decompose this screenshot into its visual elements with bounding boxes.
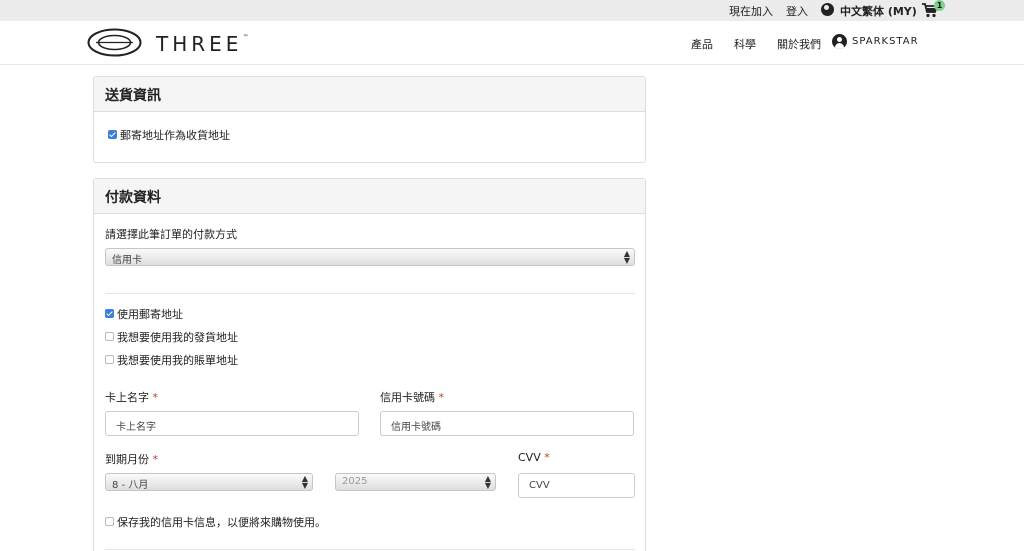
top-utility-bar: 現在加入 登入 中文繁体 (MY) 1	[0, 0, 1024, 21]
payment-method-value: 信用卡	[112, 255, 142, 266]
card-name-label: 卡上名字 *	[105, 391, 159, 404]
use-mailing-address-option-label: 使用郵寄地址	[117, 308, 183, 321]
use-mailing-address-option-checkbox[interactable]	[105, 309, 114, 318]
brand-trademark: ™	[242, 34, 249, 41]
cart-count-badge: 1	[934, 0, 945, 11]
use-mailing-address-label: 郵寄地址作為收貨地址	[120, 129, 230, 142]
globe-icon[interactable]	[821, 3, 834, 16]
section-divider	[105, 549, 635, 550]
section-divider	[105, 293, 635, 294]
shipping-info-panel: 送貨資訊 郵寄地址作為收貨地址	[93, 76, 646, 163]
brand-name[interactable]: THREE™	[156, 32, 248, 56]
payment-method-select[interactable]: 信用卡 ▲ ▼	[105, 248, 635, 266]
card-number-input[interactable]: 信用卡號碼	[380, 411, 634, 436]
card-number-placeholder: 信用卡號碼	[391, 422, 441, 433]
nav-about[interactable]: 關於我們	[777, 36, 821, 52]
save-card-label: 保存我的信用卡信息，以便將來購物使用。	[117, 516, 326, 529]
expiry-month-label: 到期月份 *	[105, 453, 159, 466]
expiry-month-select[interactable]: 8 - 八月 ▲ ▼	[105, 473, 313, 491]
select-arrows-icon: ▲ ▼	[484, 474, 491, 490]
expiry-year-select[interactable]: 2025 ▲ ▼	[335, 473, 496, 491]
required-marker: *	[438, 391, 445, 404]
nav-science[interactable]: 科學	[734, 36, 756, 52]
shipping-panel-title: 送貨資訊	[94, 77, 645, 112]
select-arrows-icon: ▲ ▼	[301, 474, 308, 490]
payment-method-label: 請選擇此筆訂單的付款方式	[105, 228, 237, 241]
use-shipping-address-label: 我想要使用我的發貨地址	[117, 331, 238, 344]
login-link[interactable]: 登入	[786, 3, 808, 19]
cvv-placeholder: CVV	[529, 480, 550, 491]
card-name-placeholder: 卡上名字	[116, 422, 156, 433]
required-marker: *	[152, 453, 159, 466]
user-account-name[interactable]: SPARKSTAR	[852, 36, 919, 47]
use-mailing-address-checkbox[interactable]	[108, 130, 117, 139]
language-selector[interactable]: 中文繁体 (MY)	[840, 3, 917, 19]
user-icon[interactable]	[832, 34, 847, 49]
join-now-link[interactable]: 現在加入	[729, 3, 773, 19]
payment-panel-title: 付款資料	[94, 179, 645, 214]
use-billing-address-checkbox[interactable]	[105, 355, 114, 364]
use-shipping-address-checkbox[interactable]	[105, 332, 114, 341]
card-name-input[interactable]: 卡上名字	[105, 411, 359, 436]
required-marker: *	[152, 391, 159, 404]
save-card-checkbox[interactable]	[105, 517, 114, 526]
required-marker: *	[544, 451, 550, 464]
expiry-month-value: 8 - 八月	[112, 480, 149, 491]
cvv-input[interactable]: CVV	[518, 473, 635, 498]
three-logo-icon[interactable]	[87, 28, 142, 57]
payment-info-panel: 付款資料 請選擇此筆訂單的付款方式 信用卡 ▲ ▼ 使用郵寄地址 我想要使用我的發…	[93, 178, 646, 551]
nav-products[interactable]: 產品	[691, 36, 713, 52]
select-arrows-icon: ▲ ▼	[623, 249, 630, 265]
card-number-label: 信用卡號碼 *	[380, 391, 445, 404]
use-billing-address-label: 我想要使用我的賬單地址	[117, 354, 238, 367]
site-header: THREE™ 產品 科學 關於我們 SPARKSTAR	[0, 21, 1024, 65]
expiry-year-value: 2025	[342, 476, 368, 487]
cvv-label: CVV *	[518, 451, 550, 464]
